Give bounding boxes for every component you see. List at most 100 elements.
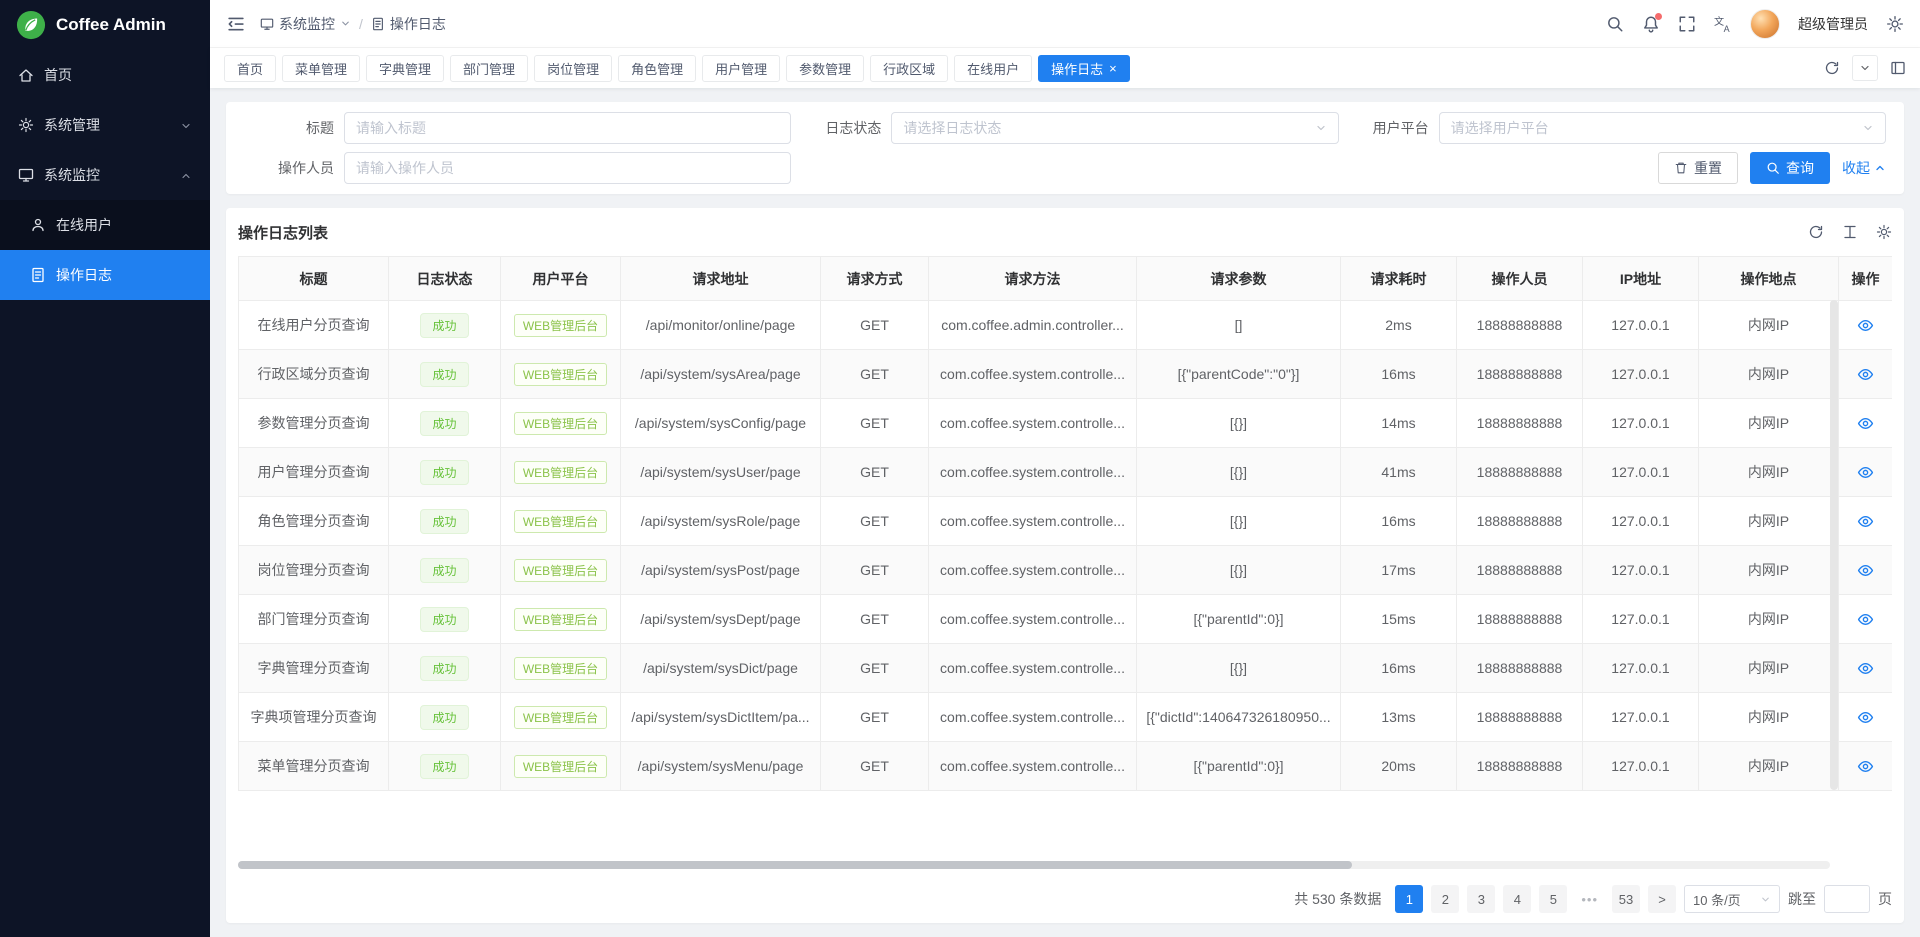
log-status-select[interactable]: 请选择日志状态 — [891, 112, 1338, 144]
page-button-4[interactable]: 4 — [1503, 885, 1531, 913]
person-icon — [30, 217, 46, 233]
notification-bell-icon[interactable] — [1642, 15, 1660, 33]
cell-operator: 18888888888 — [1457, 301, 1583, 350]
cell-request-method: GET — [821, 595, 929, 644]
jump-page-input[interactable] — [1824, 885, 1870, 913]
tab-user-manage[interactable]: 用户管理 — [702, 55, 780, 82]
sidebar-item-home[interactable]: 首页 — [0, 50, 210, 100]
notification-dot — [1655, 13, 1662, 20]
tab-label: 行政区域 — [883, 59, 935, 78]
sidebar-item-label: 操作日志 — [56, 265, 112, 285]
page-button-2[interactable]: 2 — [1431, 885, 1459, 913]
view-detail-button[interactable] — [1857, 709, 1874, 726]
cell-request-method: GET — [821, 644, 929, 693]
horizontal-scrollbar-thumb[interactable] — [238, 861, 1352, 869]
app-root: Coffee Admin 首页 系统管理 系统监控 在线用户 — [0, 0, 1920, 937]
tab-menu-manage[interactable]: 菜单管理 — [282, 55, 360, 82]
cell-request-method: GET — [821, 350, 929, 399]
tab-area-manage[interactable]: 行政区域 — [870, 55, 948, 82]
search-button[interactable]: 查询 — [1750, 152, 1830, 184]
tab-operation-log[interactable]: 操作日志 × — [1038, 55, 1130, 82]
status-badge: 成功 — [420, 362, 468, 387]
sidebar-item-online-user[interactable]: 在线用户 — [0, 200, 210, 250]
fullscreen-icon[interactable] — [1678, 15, 1696, 33]
table-row: 用户管理分页查询 成功 WEB管理后台 /api/system/sysUser/… — [239, 448, 1893, 497]
cell-request-params: [] — [1137, 301, 1341, 350]
refresh-icon[interactable] — [1824, 60, 1840, 76]
refresh-icon[interactable] — [1808, 224, 1824, 240]
tabs-dropdown-icon[interactable] — [1852, 55, 1878, 81]
horizontal-scrollbar[interactable] — [238, 861, 1830, 869]
vertical-scrollbar[interactable] — [1830, 300, 1838, 790]
cell-request-params: [{}] — [1137, 644, 1341, 693]
status-badge: 成功 — [420, 460, 468, 485]
status-badge: 成功 — [420, 411, 468, 436]
cell-request-url: /api/monitor/online/page — [621, 301, 821, 350]
tab-config-manage[interactable]: 参数管理 — [786, 55, 864, 82]
search-icon — [1766, 161, 1780, 175]
total-count: 共 530 条数据 — [1294, 889, 1381, 909]
trash-icon — [1674, 161, 1688, 175]
page-ellipsis[interactable]: ••• — [1575, 885, 1604, 913]
tab-home[interactable]: 首页 — [224, 55, 276, 82]
username[interactable]: 超级管理员 — [1798, 14, 1868, 34]
cell-ip-address: 127.0.0.1 — [1583, 301, 1699, 350]
operator-input[interactable] — [356, 160, 779, 176]
tab-online-user[interactable]: 在线用户 — [954, 55, 1032, 82]
table-settings-gear-icon[interactable] — [1876, 224, 1892, 240]
page-button-53[interactable]: 53 — [1612, 885, 1640, 913]
cell-request-url: /api/system/sysUser/page — [621, 448, 821, 497]
cell-title: 部门管理分页查询 — [239, 595, 389, 644]
page-button-1[interactable]: 1 — [1395, 885, 1423, 913]
cell-request-duration: 16ms — [1341, 644, 1457, 693]
column-height-icon[interactable] — [1842, 224, 1858, 240]
page-button-3[interactable]: 3 — [1467, 885, 1495, 913]
cell-request-handler: com.coffee.system.controlle... — [929, 595, 1137, 644]
col-operator: 操作人员 — [1457, 257, 1583, 301]
page-size-select[interactable]: 10 条/页 — [1684, 885, 1780, 913]
user-platform-select[interactable]: 请选择用户平台 — [1439, 112, 1886, 144]
close-icon[interactable]: × — [1109, 62, 1117, 75]
view-detail-button[interactable] — [1857, 415, 1874, 432]
view-detail-button[interactable] — [1857, 317, 1874, 334]
title-input[interactable] — [356, 120, 779, 136]
view-detail-button[interactable] — [1857, 660, 1874, 677]
page-content: 标题 日志状态 请选择日志状态 用户平台 请选择用户平台 — [210, 88, 1920, 937]
collapse-label: 收起 — [1842, 158, 1870, 178]
content-fullscreen-icon[interactable] — [1890, 60, 1906, 76]
view-detail-button[interactable] — [1857, 464, 1874, 481]
settings-gear-icon[interactable] — [1886, 15, 1904, 33]
tab-label: 部门管理 — [463, 59, 515, 78]
view-detail-button[interactable] — [1857, 611, 1874, 628]
page-button-5[interactable]: 5 — [1539, 885, 1567, 913]
view-detail-button[interactable] — [1857, 562, 1874, 579]
sidebar-item-operation-log[interactable]: 操作日志 — [0, 250, 210, 300]
search-icon[interactable] — [1606, 15, 1624, 33]
chevron-down-icon — [180, 119, 192, 131]
tab-role-manage[interactable]: 角色管理 — [618, 55, 696, 82]
tab-dict-manage[interactable]: 字典管理 — [366, 55, 444, 82]
tab-post-manage[interactable]: 岗位管理 — [534, 55, 612, 82]
collapse-filter-button[interactable]: 收起 — [1842, 158, 1886, 178]
sidebar-item-system-monitor[interactable]: 系统监控 — [0, 150, 210, 200]
cell-request-method: GET — [821, 448, 929, 497]
collapse-sidebar-icon[interactable] — [226, 14, 246, 34]
next-page-button[interactable]: > — [1648, 885, 1676, 913]
sidebar-item-system-manage[interactable]: 系统管理 — [0, 100, 210, 150]
view-detail-button[interactable] — [1857, 758, 1874, 775]
vertical-scrollbar-thumb[interactable] — [1830, 300, 1838, 790]
cell-operator: 18888888888 — [1457, 399, 1583, 448]
view-detail-button[interactable] — [1857, 513, 1874, 530]
cell-request-params: [{"dictId":140647326180950... — [1137, 693, 1341, 742]
breadcrumb-system-monitor[interactable]: 系统监控 — [260, 14, 351, 34]
avatar[interactable] — [1750, 9, 1780, 39]
tab-dept-manage[interactable]: 部门管理 — [450, 55, 528, 82]
sidebar-item-label: 系统监控 — [44, 165, 100, 185]
platform-badge: WEB管理后台 — [514, 755, 607, 778]
cell-title: 参数管理分页查询 — [239, 399, 389, 448]
reset-button[interactable]: 重置 — [1658, 152, 1738, 184]
cell-ip-address: 127.0.0.1 — [1583, 448, 1699, 497]
cell-title: 字典项管理分页查询 — [239, 693, 389, 742]
view-detail-button[interactable] — [1857, 366, 1874, 383]
translate-icon[interactable]: 文A — [1714, 15, 1732, 33]
